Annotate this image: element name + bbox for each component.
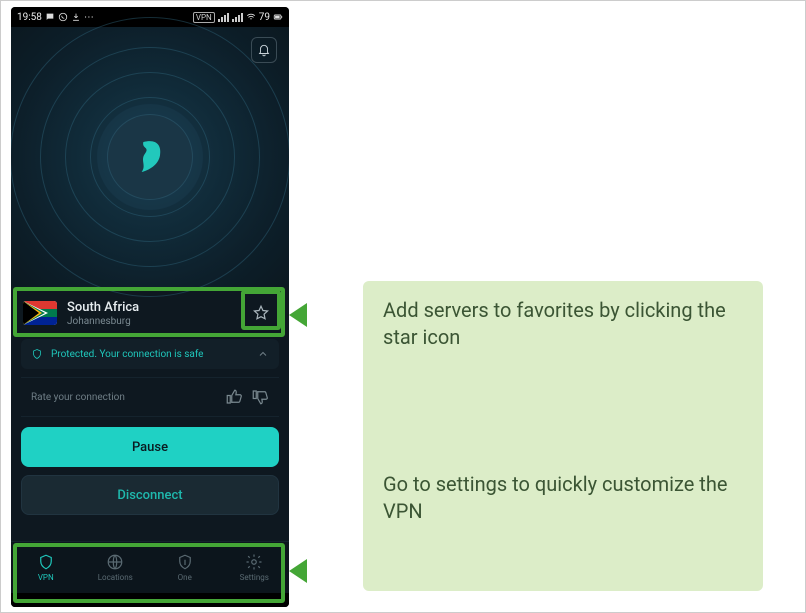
wifi-icon (246, 12, 256, 22)
nav-settings-tab[interactable]: Settings (220, 542, 290, 593)
app-logo (107, 114, 193, 200)
status-time: 19:58 (17, 12, 42, 23)
globe-icon (106, 553, 124, 571)
connection-hero (11, 27, 289, 287)
nav-locations-label: Locations (98, 573, 133, 582)
shield-one-icon (176, 553, 194, 571)
vpn-badge-icon: VPN (193, 12, 215, 23)
callout-settings-text: Go to settings to quickly customize the … (383, 471, 743, 525)
nav-settings-label: Settings (240, 573, 269, 582)
download-icon (71, 12, 81, 22)
thumbs-up-button[interactable] (225, 388, 243, 406)
nav-one-label: One (178, 573, 192, 582)
star-icon (252, 304, 270, 322)
favorite-button[interactable] (245, 297, 277, 329)
rate-label: Rate your connection (31, 392, 125, 403)
arrow-to-star (289, 297, 361, 333)
arrow-to-settings (289, 553, 361, 589)
pause-button-label: Pause (132, 440, 168, 455)
whatsapp-icon (58, 12, 68, 22)
flag-south-africa-icon (23, 301, 57, 325)
gear-icon (245, 553, 263, 571)
protection-status-row[interactable]: Protected. Your connection is safe (21, 339, 279, 369)
battery-icon (273, 12, 283, 22)
nav-vpn-label: VPN (38, 573, 54, 582)
shield-icon (31, 347, 43, 361)
message-icon (45, 12, 55, 22)
connection-rings (11, 27, 289, 287)
battery-text: 79 (259, 12, 270, 23)
chevron-up-icon (257, 348, 269, 360)
disconnect-button[interactable]: Disconnect (21, 475, 279, 515)
callout-box: Add servers to favorites by clicking the… (363, 281, 763, 591)
rate-connection-row: Rate your connection (21, 377, 279, 417)
protection-status-text: Protected. Your connection is safe (51, 349, 203, 360)
callout-favorites-text: Add servers to favorites by clicking the… (383, 297, 743, 351)
server-country: South Africa (67, 300, 235, 315)
shield-icon (37, 553, 55, 571)
signal-icon (218, 13, 229, 22)
bottom-nav: VPN Locations One Settings (11, 541, 289, 593)
server-panel: South Africa Johannesburg Protected. You… (11, 287, 289, 607)
signal-icon-2 (232, 13, 243, 22)
nav-one-tab[interactable]: One (150, 542, 220, 593)
server-city: Johannesburg (67, 316, 235, 327)
more-icon: ⋯ (84, 12, 95, 23)
android-gesture-bar (11, 593, 289, 607)
disconnect-button-label: Disconnect (117, 488, 182, 503)
nav-locations-tab[interactable]: Locations (81, 542, 151, 593)
pause-button[interactable]: Pause (21, 427, 279, 467)
phone-frame: 19:58 ⋯ VPN 79 (11, 7, 289, 607)
thumbs-down-button[interactable] (251, 388, 269, 406)
nav-vpn-tab[interactable]: VPN (11, 542, 81, 593)
